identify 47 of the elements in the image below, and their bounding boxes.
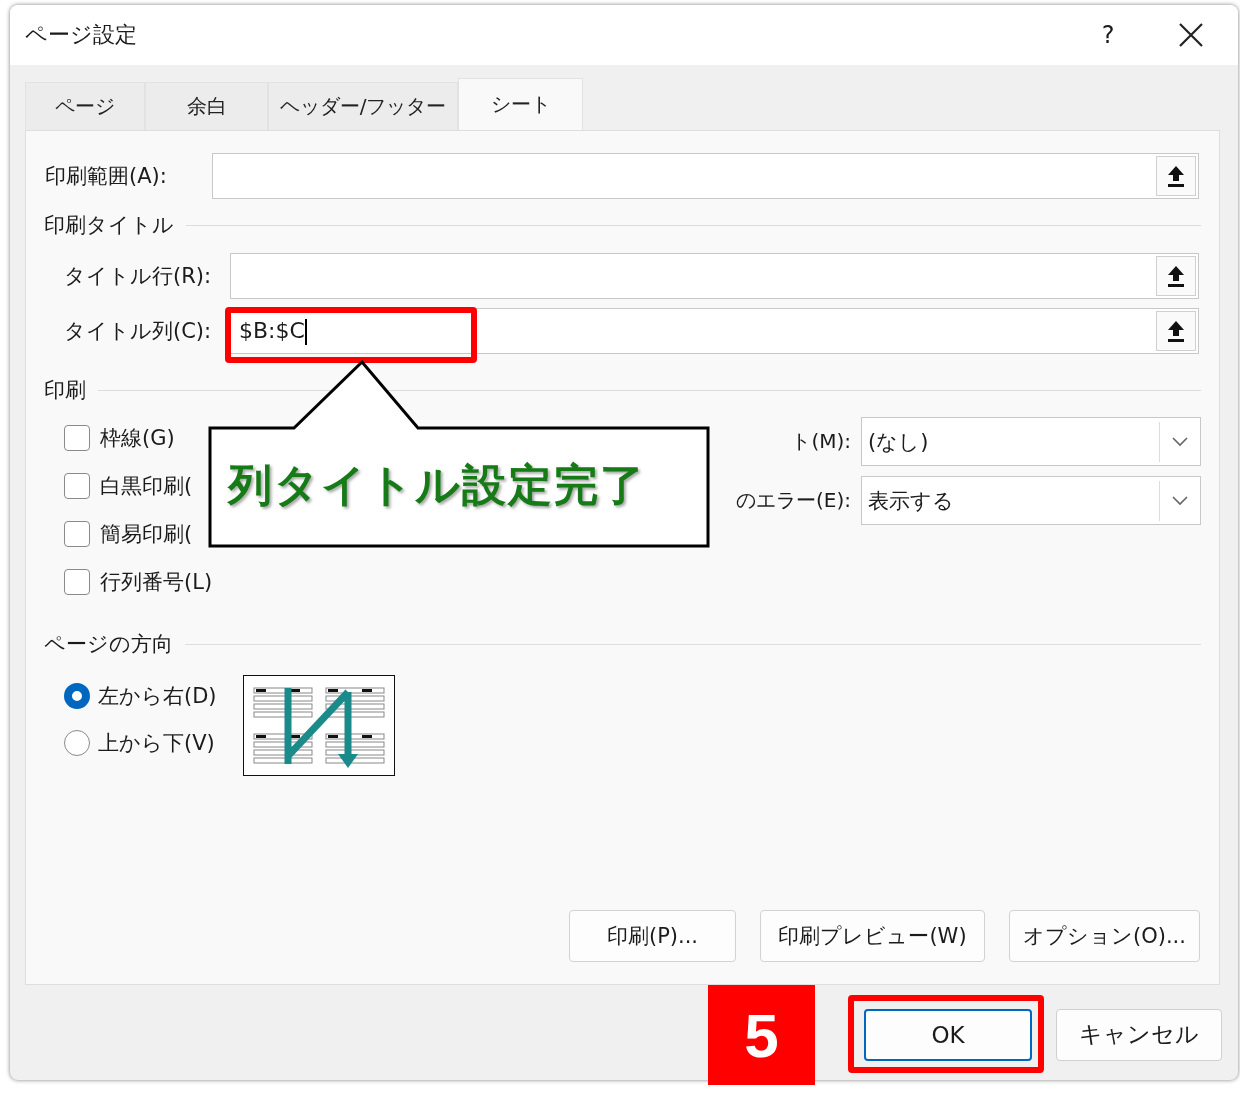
section-heading: 印刷	[44, 377, 86, 404]
window-title: ページ設定	[25, 21, 138, 49]
field-label: タイトル行(R):	[64, 263, 213, 290]
section-heading: ページの方向	[44, 631, 173, 658]
checkbox[interactable]	[64, 425, 90, 451]
tab[interactable]: ヘッダー/フッター	[268, 82, 458, 130]
help-button[interactable]: ?	[1088, 21, 1128, 49]
collapse-button[interactable]	[1156, 256, 1196, 296]
ok-button[interactable]: OK	[864, 1008, 1032, 1061]
upload-arrow-icon	[1167, 164, 1185, 188]
input-field[interactable]	[230, 253, 1199, 299]
checkbox[interactable]	[64, 521, 90, 547]
dialog-button[interactable]: オプション(O)...	[1009, 910, 1200, 962]
checkbox-label: 簡易印刷(	[100, 521, 193, 548]
field-label: 印刷範囲(A):	[45, 163, 168, 190]
input-field[interactable]: $B:$C	[230, 308, 1199, 354]
checkbox-label: 行列番号(L)	[100, 569, 213, 596]
step-number: 5	[708, 985, 815, 1085]
close-icon[interactable]	[1178, 22, 1204, 48]
cancel-button[interactable]: キャンセル	[1056, 1008, 1222, 1061]
radio-label: 上から下(V)	[98, 729, 215, 757]
tab[interactable]: 余白	[145, 82, 268, 130]
checkbox-label: 枠線(G)	[100, 425, 175, 452]
collapse-button[interactable]	[1156, 156, 1196, 196]
chevron-down-icon	[1172, 436, 1188, 447]
field-label: のエラー(E):	[736, 487, 851, 514]
checkbox-label: 白黒印刷(	[100, 473, 193, 500]
input-field[interactable]	[212, 153, 1199, 199]
upload-arrow-icon	[1167, 264, 1185, 288]
field-label: タイトル列(C):	[64, 318, 213, 345]
radio-label: 左から右(D)	[98, 682, 217, 710]
field-label: ト(M):	[791, 428, 851, 455]
tab[interactable]: シート	[458, 78, 583, 130]
upload-arrow-icon	[1167, 319, 1185, 343]
dialog-button[interactable]: 印刷プレビュー(W)	[760, 910, 985, 962]
radio-button[interactable]	[64, 682, 90, 709]
chevron-down-icon	[1172, 495, 1188, 506]
radio-button[interactable]	[64, 729, 90, 756]
dialog-button[interactable]: 印刷(P)...	[569, 910, 736, 962]
dropdown[interactable]: (なし)	[861, 417, 1201, 466]
callout-text: 列タイトル設定完了	[228, 458, 646, 512]
collapse-button[interactable]	[1156, 311, 1196, 351]
dropdown[interactable]: 表示する	[861, 476, 1201, 525]
checkbox[interactable]	[64, 473, 90, 499]
tab[interactable]: ページ	[25, 82, 145, 130]
checkbox[interactable]	[64, 569, 90, 595]
section-heading: 印刷タイトル	[44, 212, 174, 239]
